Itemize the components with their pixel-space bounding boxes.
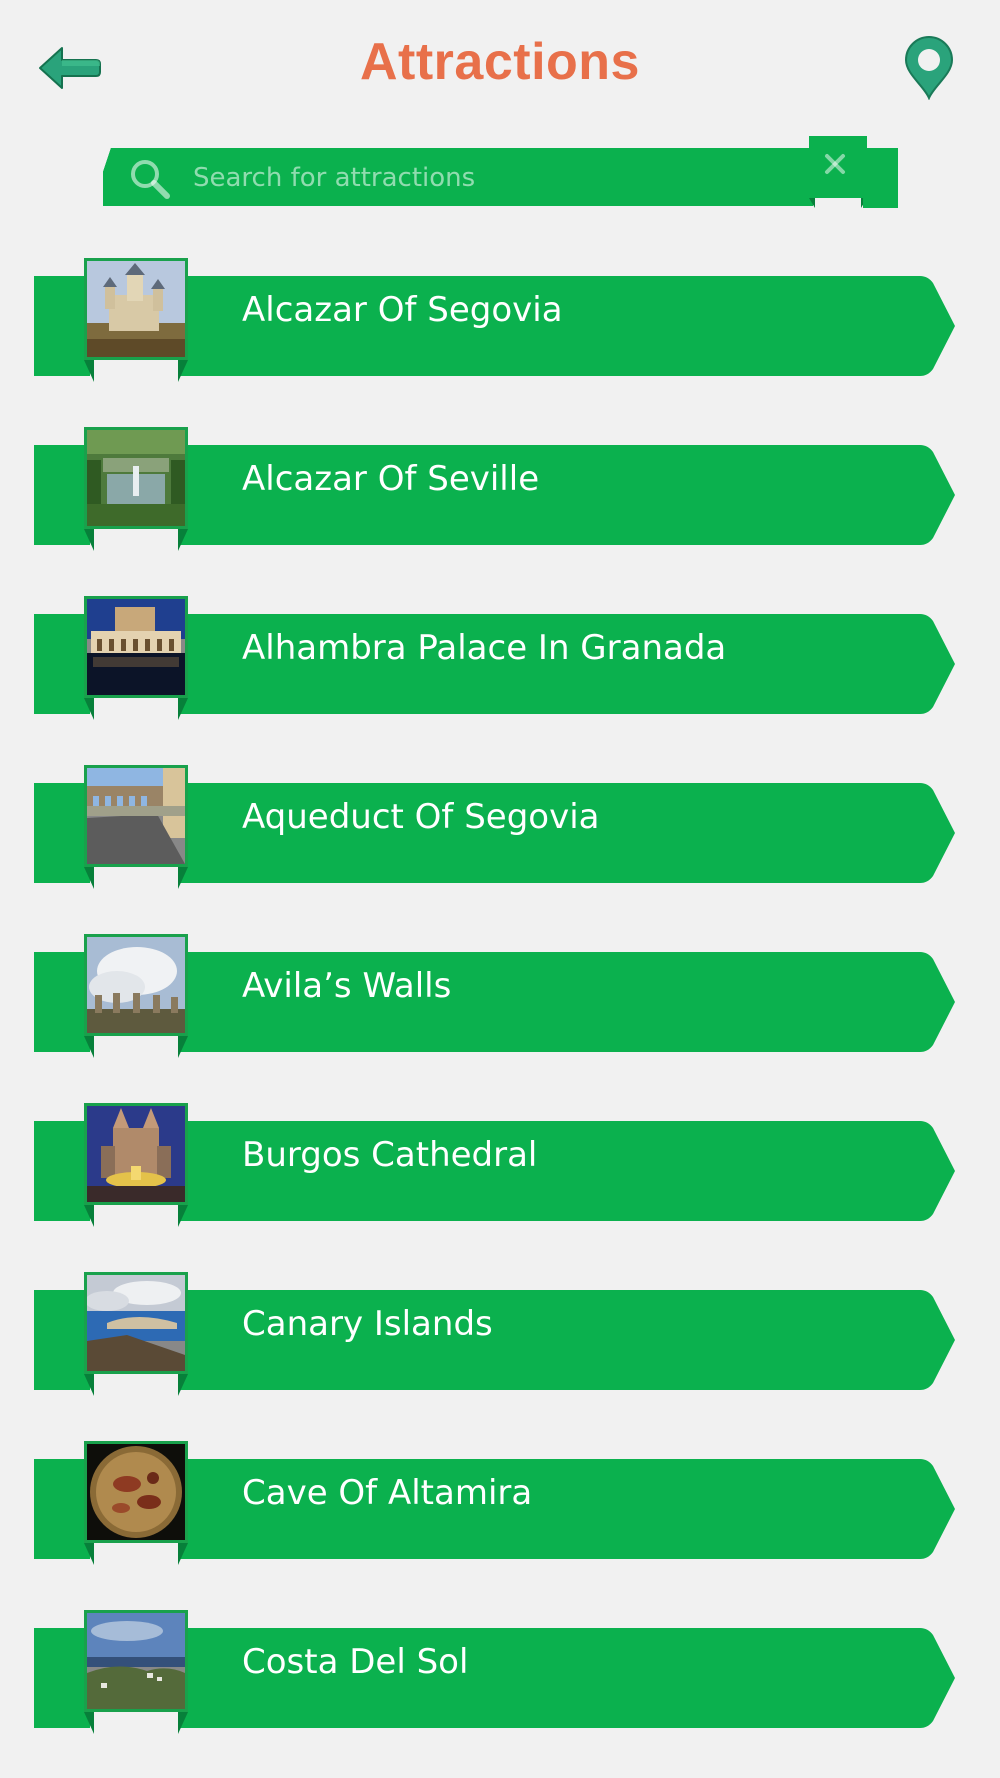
attraction-list-item[interactable]: Alcazar Of Segovia <box>0 256 1000 382</box>
header: Attractions <box>0 0 1000 140</box>
attraction-list-item[interactable]: Costa Del Sol <box>0 1608 1000 1734</box>
attraction-name: Alcazar Of Seville <box>242 459 540 499</box>
attraction-thumbnail <box>84 1610 188 1712</box>
attraction-name: Aqueduct Of Segovia <box>242 797 600 837</box>
attraction-name: Canary Islands <box>242 1304 493 1344</box>
attraction-thumbnail <box>84 1272 188 1374</box>
attraction-thumbnail <box>84 596 188 698</box>
attraction-name: Costa Del Sol <box>242 1642 469 1682</box>
attraction-list-item[interactable]: Burgos Cathedral <box>0 1101 1000 1227</box>
attraction-name: Burgos Cathedral <box>242 1135 538 1175</box>
attraction-thumbnail <box>84 1441 188 1543</box>
clear-search-button[interactable] <box>811 146 859 186</box>
attraction-thumbnail <box>84 1103 188 1205</box>
attraction-thumbnail <box>84 934 188 1036</box>
attraction-list-item[interactable]: Avila’s Walls <box>0 932 1000 1058</box>
map-pin-icon <box>904 36 954 101</box>
map-button[interactable] <box>902 36 956 101</box>
search-bar <box>103 136 898 208</box>
search-icon <box>129 158 171 200</box>
attraction-name: Alhambra Palace In Granada <box>242 628 727 668</box>
attraction-thumbnail <box>84 427 188 529</box>
attraction-name: Avila’s Walls <box>242 966 452 1006</box>
attraction-list-item[interactable]: Cave Of Altamira <box>0 1439 1000 1565</box>
page-title: Attractions <box>360 33 640 91</box>
attraction-list-item[interactable]: Alhambra Palace In Granada <box>0 594 1000 720</box>
close-icon <box>825 154 845 174</box>
search-input[interactable] <box>193 158 693 198</box>
attraction-list-item[interactable]: Aqueduct Of Segovia <box>0 763 1000 889</box>
attraction-list-item[interactable]: Canary Islands <box>0 1270 1000 1396</box>
attraction-thumbnail <box>84 258 188 360</box>
attraction-name: Cave Of Altamira <box>242 1473 533 1513</box>
attraction-list-item[interactable]: Alcazar Of Seville <box>0 425 1000 551</box>
attraction-name: Alcazar Of Segovia <box>242 290 563 330</box>
attraction-thumbnail <box>84 765 188 867</box>
